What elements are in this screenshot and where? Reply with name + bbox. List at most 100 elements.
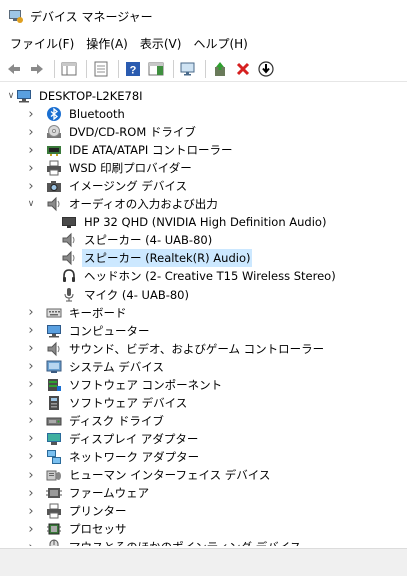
- category-node[interactable]: › ソフトウェア コンポーネント: [26, 376, 224, 394]
- category-node[interactable]: ∨ オーディオの入力および出力: [26, 195, 220, 213]
- collapsed-chevron-icon[interactable]: ›: [26, 538, 36, 546]
- category-node[interactable]: › プロセッサ: [26, 520, 129, 538]
- back-button[interactable]: [4, 59, 24, 79]
- category-node[interactable]: › コンピューター: [26, 322, 152, 340]
- menu-action[interactable]: 操作(A): [80, 32, 134, 56]
- collapsed-chevron-icon[interactable]: ›: [26, 105, 36, 123]
- device-node[interactable]: スピーカー (4- UAB-80): [61, 231, 214, 249]
- collapsed-chevron-icon[interactable]: ›: [26, 123, 36, 141]
- collapsed-chevron-icon[interactable]: ›: [26, 448, 36, 466]
- collapsed-chevron-icon[interactable]: ›: [26, 376, 36, 394]
- hid-icon: [46, 467, 62, 483]
- tree-item-label: キーボード: [69, 305, 127, 320]
- device-node[interactable]: ヘッドホン (2- Creative T15 Wireless Stereo): [61, 267, 338, 285]
- tree-item-label: ソフトウェア コンポーネント: [69, 377, 223, 392]
- disk-drive-icon: [46, 413, 62, 429]
- tree-item-label: プリンター: [69, 504, 127, 519]
- svg-text:?: ?: [130, 64, 137, 76]
- collapsed-chevron-icon[interactable]: ›: [26, 394, 36, 412]
- dvd-drive-icon: [46, 124, 62, 140]
- disable-device-button[interactable]: [256, 59, 276, 79]
- action-pane-button[interactable]: [146, 59, 166, 79]
- tree-item-label: マイク (4- UAB-80): [84, 287, 189, 302]
- console-tree-icon: [61, 62, 77, 75]
- camera-icon: [46, 178, 62, 194]
- collapsed-chevron-icon[interactable]: ›: [26, 502, 36, 520]
- category-node[interactable]: › Bluetooth: [26, 105, 127, 123]
- action-pane-icon: [148, 62, 164, 75]
- category-node[interactable]: › システム デバイス: [26, 358, 166, 376]
- collapsed-chevron-icon[interactable]: ›: [26, 484, 36, 502]
- tree-item-label: IDE ATA/ATAPI コントローラー: [69, 143, 233, 158]
- microphone-icon: [61, 287, 77, 303]
- display-adapter-icon: [46, 431, 62, 447]
- show-hide-console-tree-button[interactable]: [59, 59, 79, 79]
- toolbar-separator: [86, 59, 87, 78]
- back-arrow-icon: [8, 63, 20, 74]
- help-icon: ?: [126, 61, 140, 76]
- device-manager-icon: [9, 10, 23, 23]
- update-driver-button[interactable]: [210, 59, 230, 79]
- toolbar-separator: [205, 59, 206, 78]
- device-node[interactable]: HP 32 QHD (NVIDIA High Definition Audio): [61, 213, 328, 231]
- device-tree: ∨ DESKTOP-L2KE78I › Bluetooth › DVD/CD-ROM …: [0, 84, 407, 546]
- menu-help[interactable]: ヘルプ(H): [187, 32, 253, 56]
- category-node[interactable]: › IDE ATA/ATAPI コントローラー: [26, 141, 234, 159]
- category-node[interactable]: › ファームウェア: [26, 484, 151, 502]
- collapsed-chevron-icon[interactable]: ›: [26, 340, 36, 358]
- collapsed-chevron-icon[interactable]: ›: [26, 304, 36, 322]
- tree-root-label: DESKTOP-L2KE78I: [39, 89, 143, 103]
- download-arrow-icon: [258, 60, 274, 77]
- collapsed-chevron-icon[interactable]: ›: [26, 520, 36, 538]
- collapsed-chevron-icon[interactable]: ›: [26, 177, 36, 195]
- expanded-chevron-icon[interactable]: ∨: [26, 195, 36, 213]
- processor-icon: [46, 521, 62, 537]
- toolbar-separator: [54, 59, 55, 78]
- keyboard-icon: [46, 305, 62, 321]
- collapsed-chevron-icon[interactable]: ›: [26, 141, 36, 159]
- category-node[interactable]: › プリンター: [26, 502, 129, 520]
- category-node[interactable]: › マウスとそのほかのポインティング デバイス: [26, 538, 303, 546]
- collapsed-chevron-icon[interactable]: ›: [26, 159, 36, 177]
- red-x-icon: [236, 62, 250, 75]
- tree-item-label: Bluetooth: [69, 107, 125, 121]
- tree-item-label: コンピューター: [69, 323, 150, 338]
- tree-item-label: WSD 印刷プロバイダー: [69, 161, 192, 176]
- scan-hardware-changes-button[interactable]: [178, 59, 198, 79]
- category-node[interactable]: › イメージング デバイス: [26, 177, 189, 195]
- collapsed-chevron-icon[interactable]: ›: [26, 466, 36, 484]
- collapsed-chevron-icon[interactable]: ›: [26, 322, 36, 340]
- help-button[interactable]: ?: [123, 59, 143, 79]
- category-node[interactable]: › ソフトウェア デバイス: [26, 394, 189, 412]
- uninstall-device-button[interactable]: [233, 59, 253, 79]
- forward-button[interactable]: [27, 59, 47, 79]
- toolbar-separator: [173, 59, 174, 78]
- category-node[interactable]: › ディスク ドライブ: [26, 412, 166, 430]
- collapsed-chevron-icon[interactable]: ›: [26, 430, 36, 448]
- software-component-icon: [46, 377, 62, 393]
- properties-button[interactable]: [91, 59, 111, 79]
- tree-item-label: ソフトウェア デバイス: [69, 395, 188, 410]
- category-node[interactable]: › WSD 印刷プロバイダー: [26, 159, 194, 177]
- tree-item-label: サウンド、ビデオ、およびゲーム コントローラー: [69, 341, 325, 356]
- forward-arrow-icon: [31, 63, 43, 74]
- expanded-chevron-icon[interactable]: ∨: [6, 87, 16, 105]
- computer-icon: [46, 323, 62, 339]
- status-bar: [0, 548, 407, 576]
- tree-root[interactable]: ∨ DESKTOP-L2KE78I: [6, 87, 145, 105]
- category-node[interactable]: › ネットワーク アダプター: [26, 448, 201, 466]
- category-node[interactable]: › ヒューマン インターフェイス デバイス: [26, 466, 272, 484]
- collapsed-chevron-icon[interactable]: ›: [26, 358, 36, 376]
- monitor-icon: [61, 214, 77, 230]
- category-node[interactable]: › サウンド、ビデオ、およびゲーム コントローラー: [26, 340, 326, 358]
- window-title: デバイス マネージャー: [30, 9, 153, 24]
- menu-file[interactable]: ファイル(F): [4, 32, 80, 56]
- category-node[interactable]: › DVD/CD-ROM ドライブ: [26, 123, 198, 141]
- menu-view[interactable]: 表示(V): [134, 32, 188, 56]
- category-node[interactable]: › ディスプレイ アダプター: [26, 430, 200, 448]
- device-node[interactable]: スピーカー (Realtek(R) Audio): [61, 249, 253, 268]
- collapsed-chevron-icon[interactable]: ›: [26, 412, 36, 430]
- category-node[interactable]: › キーボード: [26, 304, 129, 322]
- device-node[interactable]: マイク (4- UAB-80): [61, 286, 191, 304]
- tree-item-label: イメージング デバイス: [69, 179, 188, 194]
